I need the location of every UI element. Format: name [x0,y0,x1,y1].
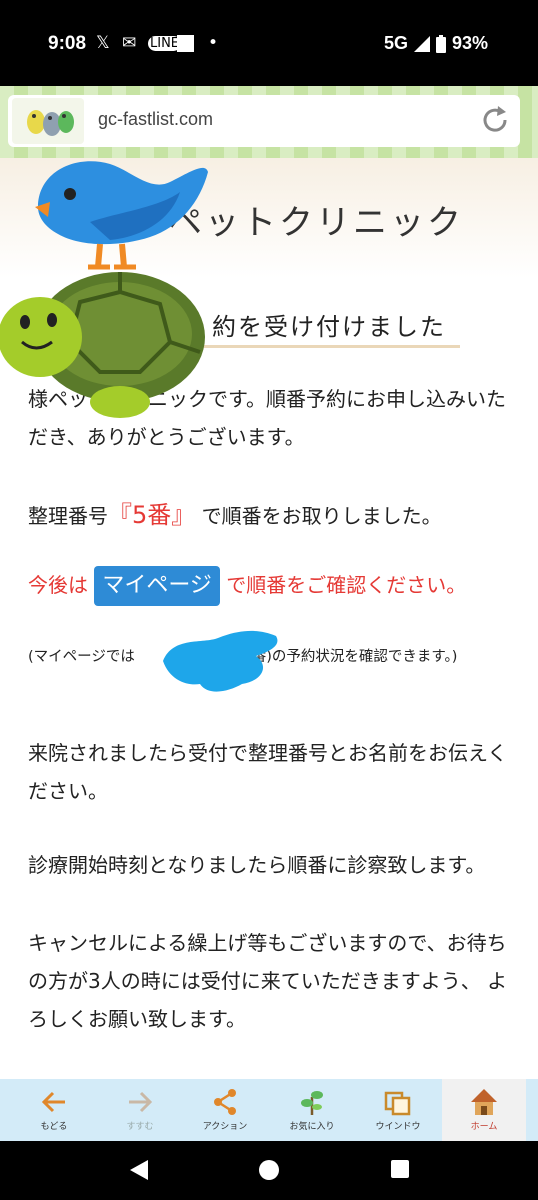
nav-action-label: アクション [202,1122,248,1132]
exam-start-paragraph: 診療開始時刻となりましたら順番に診察致します。 [28,853,486,877]
nav-home[interactable]: ホーム [442,1079,526,1141]
back-triangle-icon[interactable] [128,1159,150,1181]
mypage-paragraph: 今後は マイページ で順番をご確認ください。 [28,566,514,606]
intro-paragraph: 様ペットクリニックです。順番予約にお申し込みいただき、ありがとうございます。 [28,387,506,449]
share-icon [214,1089,236,1115]
nav-favorites-label: お気に入り [289,1122,335,1132]
battery-label: 93% [451,33,488,53]
site-title: ペットクリニック [168,203,464,243]
square-notification-icon [177,35,194,52]
arrow-left-icon [41,1091,65,1113]
clock: 9:08 [48,33,87,54]
mypage-note-prefix: (マイページでは [28,649,135,665]
mypage-note: (マイページでは (5番)の予約状況を確認できます。) [28,642,514,672]
nav-back[interactable]: もどる [12,1079,96,1141]
system-nav-bar [0,1141,538,1200]
signal-icon [413,35,430,52]
home-circle-icon[interactable] [258,1159,280,1181]
ticket-suffix: で順番をお取りしました。 [201,504,442,528]
heading-underline: 約を受け付けました [140,305,460,348]
plant-icon [301,1091,323,1115]
status-right: 5G 93% [384,33,488,54]
nav-forward-label: すすむ [126,1122,154,1132]
reload-icon[interactable] [478,103,512,137]
mypage-note-suffix: (5番)の予約状況を確認できます。) [236,649,458,665]
address-bar[interactable]: gc-fastlist.com [8,95,520,147]
url-text: gc-fastlist.com [98,109,214,129]
ticket-number-paragraph: 整理番号『5番』 で順番をお取りしました。 [28,496,514,535]
nav-favorites[interactable]: お気に入り [270,1079,354,1141]
nav-home-label: ホーム [470,1122,498,1132]
page-heading: 約を受け付けました [212,313,446,341]
browser-toolbar: gc-fastlist.com [0,86,538,158]
nav-forward[interactable]: すすむ [98,1079,182,1141]
arrow-right-icon [129,1091,153,1113]
status-bar: 9:08 𝕏 ✉ LINE • 5G 93% [0,0,538,86]
nav-action[interactable]: アクション [183,1079,267,1141]
recents-square-icon[interactable] [390,1159,410,1179]
ticket-number: 『5番』 [108,501,196,529]
cancel-notice-paragraph: キャンセルによる繰上げ等もございますので、お待ちの方が3人の時には受付に来ていた… [28,931,508,1031]
ticket-label: 整理番号 [28,504,108,528]
nav-window-label: ウインドウ [375,1122,421,1132]
window-icon [384,1091,411,1116]
network-label: 5G [383,33,408,53]
more-notifications-dot-icon: • [208,33,219,53]
home-icon [471,1089,497,1115]
reception-paragraph: 来院されましたら受付で整理番号とお名前をお伝えください。 [28,741,508,803]
mypage-prefix: 今後は [28,573,88,597]
mypage-button[interactable]: マイページ [94,566,220,606]
mypage-suffix: で順番をご確認ください。 [226,573,467,597]
nav-window[interactable]: ウインドウ [356,1079,440,1141]
battery-icon [435,34,446,53]
mail-notification-icon: ✉ [122,33,137,53]
nav-back-label: もどる [40,1122,68,1132]
x-app-icon: 𝕏 [96,33,110,53]
site-thumbnail-icon [12,98,84,144]
bottom-nav: もどる すすむ アクション お気に入り ウインドウ ホーム [0,1079,538,1141]
